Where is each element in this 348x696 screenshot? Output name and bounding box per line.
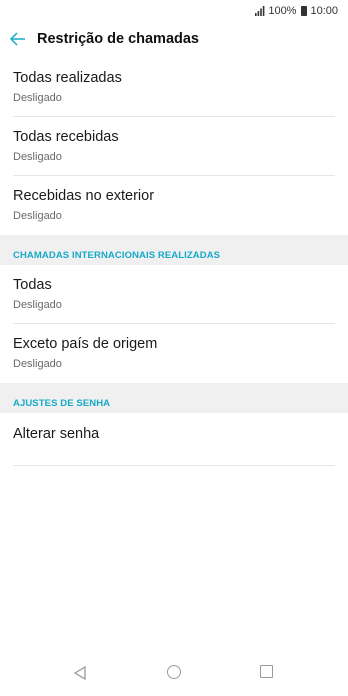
list-item-recebidas-no-exterior[interactable]: Recebidas no exterior Desligado <box>0 176 348 235</box>
section-header-password: AJUSTES DE SENHA <box>0 383 348 413</box>
settings-list: Todas realizadas Desligado Todas recebid… <box>0 58 348 466</box>
list-item-exceto-pais-de-origem[interactable]: Exceto país de origem Desligado <box>0 324 348 383</box>
list-item-alterar-senha[interactable]: Alterar senha <box>0 413 348 466</box>
navigation-bar <box>0 648 348 696</box>
signal-icon <box>255 6 265 16</box>
status-indicators: 100% 10:00 <box>255 4 338 18</box>
list-item-todas-realizadas[interactable]: Todas realizadas Desligado <box>0 58 348 117</box>
nav-home-icon[interactable] <box>167 665 181 679</box>
item-title: Todas realizadas <box>13 70 122 86</box>
item-title: Todas recebidas <box>13 129 119 145</box>
item-status: Desligado <box>13 151 62 163</box>
item-title: Alterar senha <box>13 426 100 442</box>
page-title: Restrição de chamadas <box>37 31 199 47</box>
section-label: CHAMADAS INTERNACIONAIS REALIZADAS <box>13 250 221 261</box>
item-status: Desligado <box>13 92 62 104</box>
item-status: Desligado <box>13 299 62 311</box>
divider <box>13 465 335 466</box>
section-header-international: CHAMADAS INTERNACIONAIS REALIZADAS <box>0 235 348 265</box>
item-status: Desligado <box>13 358 62 370</box>
app-bar: Restrição de chamadas <box>0 22 348 58</box>
item-title: Todas <box>13 277 52 293</box>
nav-recent-apps-icon[interactable] <box>260 665 273 678</box>
nav-back-icon[interactable] <box>73 666 87 680</box>
list-item-todas[interactable]: Todas Desligado <box>0 265 348 324</box>
battery-icon <box>301 6 308 16</box>
item-status: Desligado <box>13 210 62 222</box>
list-item-todas-recebidas[interactable]: Todas recebidas Desligado <box>0 117 348 176</box>
back-arrow-icon[interactable] <box>8 29 28 49</box>
status-bar: 100% 10:00 <box>0 0 348 22</box>
clock: 10:00 <box>310 5 338 17</box>
item-title: Exceto país de origem <box>13 336 158 352</box>
section-label: AJUSTES DE SENHA <box>13 398 111 409</box>
item-title: Recebidas no exterior <box>13 188 155 204</box>
battery-percent: 100% <box>268 5 297 17</box>
